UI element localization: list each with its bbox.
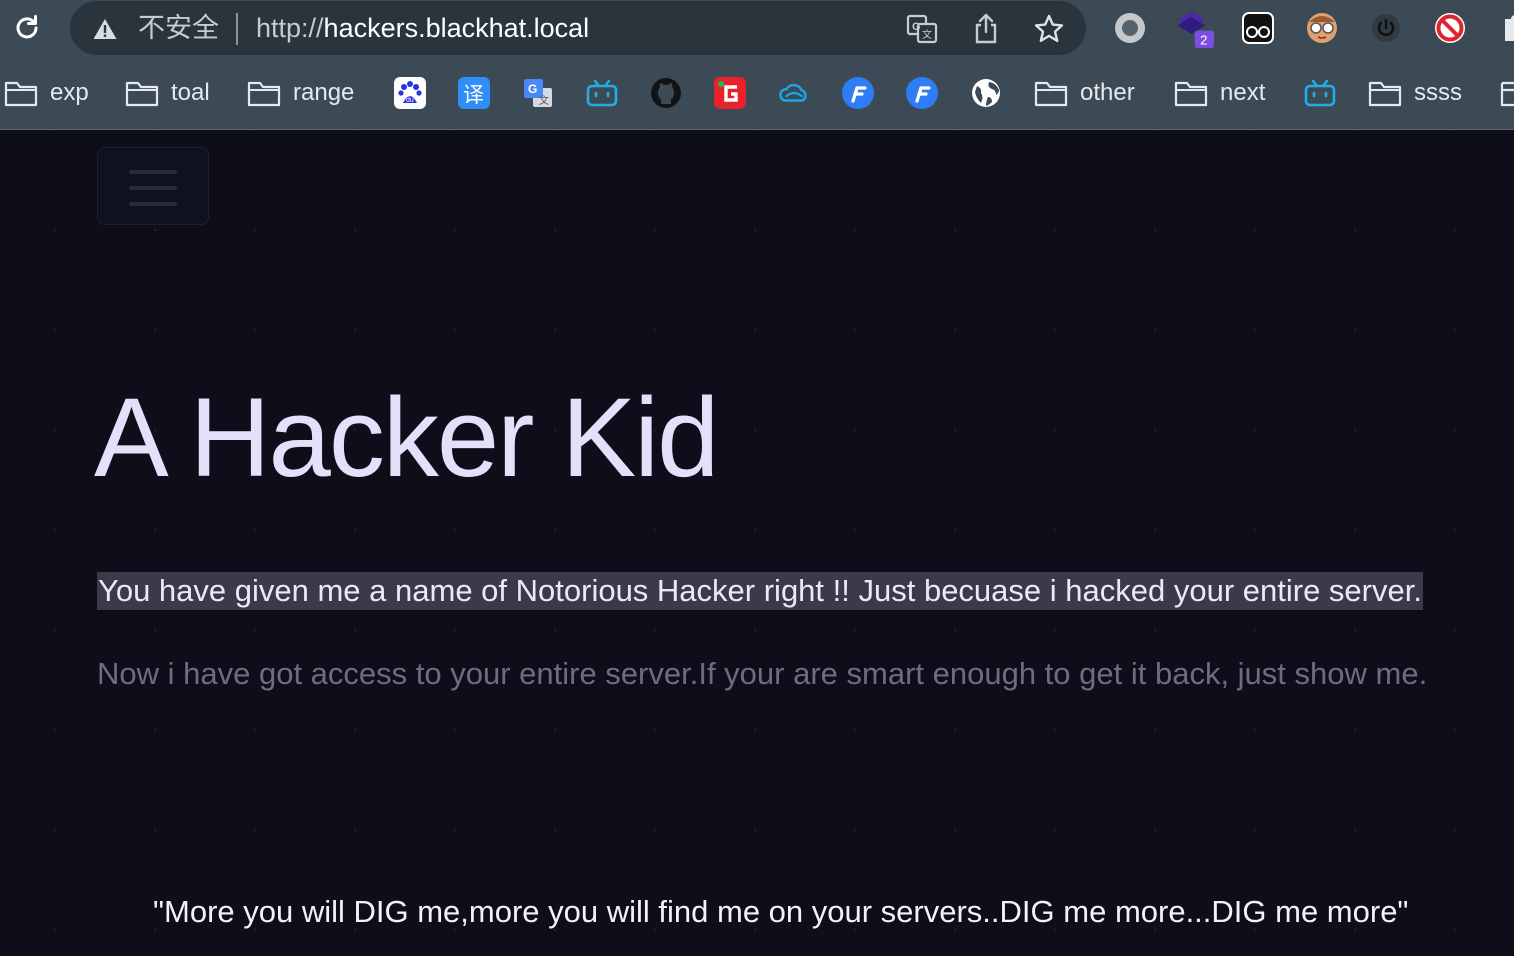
quote-text: "More you will DIG me,more you will find…	[153, 894, 1409, 929]
cloud-icon	[778, 77, 810, 109]
bookmark-github[interactable]	[650, 64, 682, 122]
menu-button[interactable]	[97, 147, 209, 225]
puzzle-icon[interactable]	[1494, 8, 1514, 48]
intro-paragraph: Now i have got access to your entire ser…	[97, 656, 1428, 691]
lead-text: You have given me a name of Notorious Ha…	[97, 572, 1423, 610]
bookmark-g-logo[interactable]	[714, 64, 746, 122]
svg-text:译: 译	[463, 83, 484, 107]
hamburger-line	[129, 170, 177, 174]
bookmark-translate-yi[interactable]: 译	[458, 64, 490, 122]
folder-icon	[1368, 81, 1402, 107]
svg-text:文: 文	[922, 28, 932, 41]
layers-extension-icon[interactable]: 2	[1174, 8, 1214, 48]
share-icon[interactable]	[968, 11, 1004, 47]
url-scheme: http://	[256, 13, 324, 43]
baidu-icon: du	[394, 77, 426, 109]
bookmark-folder-other[interactable]: other	[1034, 64, 1135, 122]
hamburger-line	[129, 202, 177, 206]
page-content: A Hacker Kid You have given me a name of…	[0, 130, 1514, 956]
bookmark-bilibili[interactable]	[586, 64, 618, 122]
svg-text:文: 文	[539, 94, 549, 107]
svg-text:G: G	[912, 21, 921, 33]
address-separator	[236, 13, 238, 45]
globe-icon	[970, 77, 1002, 109]
folder-icon	[1174, 81, 1208, 107]
power-icon[interactable]	[1366, 8, 1406, 48]
bookmark-f-logo-2[interactable]	[906, 64, 938, 122]
github-icon	[650, 77, 682, 109]
extension-badge: 2	[1200, 33, 1207, 48]
folder-icon	[247, 81, 281, 107]
translate-yi-icon: 译	[458, 77, 490, 109]
bookmark-label: next	[1220, 79, 1266, 106]
url-host: hackers.blackhat.local	[323, 13, 590, 43]
bookmark-bilibili-2[interactable]	[1304, 64, 1336, 122]
bookmark-folder-overflow[interactable]	[1500, 64, 1514, 122]
browser-toolbar: 不安全 http://hackers.blackhat.local G 文 2	[0, 0, 1514, 58]
bookmark-cloud[interactable]	[778, 64, 810, 122]
folder-icon	[1500, 81, 1514, 107]
bookmarks-bar: exp toal range du 译 G文 other next ssss	[0, 64, 1514, 122]
f-logo-icon	[906, 77, 938, 109]
url-text[interactable]: http://hackers.blackhat.local	[256, 12, 589, 44]
page-title: A Hacker Kid	[94, 375, 719, 500]
bookmark-google-translate[interactable]: G文	[522, 64, 554, 122]
eyes-extension-icon[interactable]	[1238, 8, 1278, 48]
folder-icon	[1034, 81, 1068, 107]
security-label[interactable]: 不安全	[138, 12, 219, 44]
google-translate-icon: G文	[522, 77, 554, 109]
bookmark-folder-exp[interactable]: exp	[4, 64, 89, 122]
bookmark-folder-next[interactable]: next	[1174, 64, 1265, 122]
bilibili-icon	[1304, 77, 1336, 109]
g-logo-icon	[714, 77, 746, 109]
bookmark-label: toal	[171, 79, 210, 106]
glasses-face-extension-icon[interactable]	[1302, 8, 1342, 48]
f-logo-icon	[842, 77, 874, 109]
translate-icon[interactable]: G 文	[904, 11, 940, 47]
folder-icon	[125, 81, 159, 107]
record-icon[interactable]	[1110, 8, 1150, 48]
bookmark-globe[interactable]	[970, 64, 1002, 122]
star-icon[interactable]	[1031, 11, 1067, 47]
bookmark-folder-range[interactable]: range	[247, 64, 354, 122]
bookmark-label: ssss	[1414, 79, 1462, 106]
bookmark-folder-ssss[interactable]: ssss	[1368, 64, 1462, 122]
address-bar[interactable]: 不安全 http://hackers.blackhat.local G 文	[70, 1, 1086, 55]
bookmark-label: exp	[50, 79, 89, 106]
svg-text:G: G	[528, 82, 537, 96]
hamburger-line	[129, 186, 177, 190]
bookmark-label: other	[1080, 79, 1135, 106]
bookmark-folder-toal[interactable]: toal	[125, 64, 210, 122]
bookmark-f-logo-1[interactable]	[842, 64, 874, 122]
browser-chrome: 不安全 http://hackers.blackhat.local G 文 2 …	[0, 0, 1514, 130]
svg-text:du: du	[406, 97, 414, 104]
warning-triangle-icon[interactable]	[92, 17, 118, 41]
bookmark-baidu[interactable]: du	[394, 64, 426, 122]
folder-icon	[4, 81, 38, 107]
bookmark-label: range	[293, 79, 355, 106]
block-icon[interactable]	[1430, 8, 1470, 48]
reload-icon[interactable]	[10, 11, 44, 45]
bilibili-icon	[586, 77, 618, 109]
